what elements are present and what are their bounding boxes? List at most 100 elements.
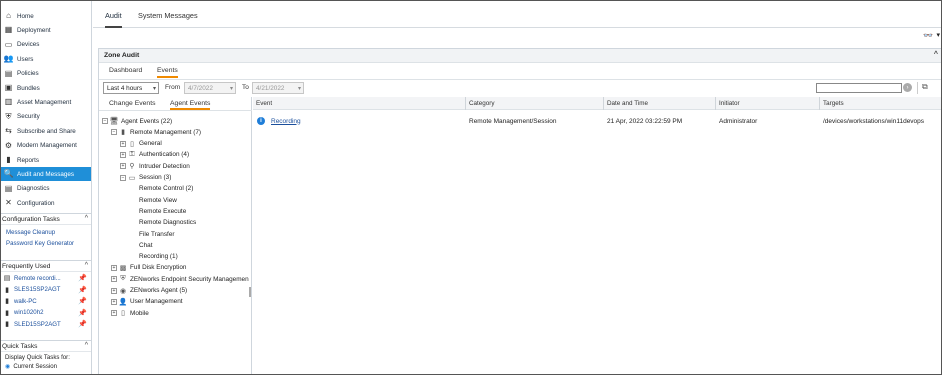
nav-item-security[interactable]: ⛨ Security: [1, 110, 91, 124]
pin-icon[interactable]: 📌: [78, 274, 87, 282]
nav-item-subscribe-and-share[interactable]: ⇆ Subscribe and Share: [1, 124, 91, 138]
collapse-icon[interactable]: −: [120, 174, 126, 181]
divider: [99, 79, 941, 80]
table-cell-event[interactable]: i Recording: [257, 116, 301, 126]
column-header-date-and-time[interactable]: Date and Time: [603, 97, 715, 110]
current-session-radio[interactable]: ◉ Current Session: [5, 363, 57, 370]
nav-item-bundles[interactable]: ▣ Bundles: [1, 81, 91, 95]
collapse-icon[interactable]: ^: [85, 342, 88, 349]
search-input[interactable]: [816, 83, 902, 93]
chevron-down-icon: ▾: [229, 86, 233, 92]
frequently-used-item[interactable]: ▮ SLES15SP2AGT 📌: [3, 285, 89, 295]
tree-node[interactable]: − 🖥 Agent Events (22): [102, 116, 172, 126]
devices-icon: ▭: [4, 39, 13, 49]
frequently-used-item[interactable]: ▮ SLED15SP2AGT 📌: [3, 319, 89, 329]
tree-node[interactable]: + ▯ Mobile: [111, 308, 149, 318]
table-cell-category: Remote Management/Session: [469, 117, 557, 125]
search-icon[interactable]: ›: [903, 83, 912, 92]
frequently-used-item[interactable]: ▮ win1020h2 📌: [3, 308, 89, 318]
chevron-down-icon: ▾: [297, 86, 301, 92]
collapse-icon[interactable]: ^: [85, 215, 88, 222]
nav-item-devices[interactable]: ▭ Devices: [1, 38, 91, 52]
splitter-handle[interactable]: [249, 287, 251, 297]
frequently-used-item[interactable]: ▤ Remote recordi... 📌: [3, 273, 89, 283]
export-icon[interactable]: ⧉: [922, 82, 928, 92]
nav-item-diagnostics[interactable]: ▤ Diagnostics: [1, 182, 91, 196]
event-link[interactable]: Recording: [271, 118, 301, 125]
nav-item-reports[interactable]: ▮ Reports: [1, 153, 91, 167]
tree-node[interactable]: + ⛨ ZENworks Endpoint Security Managemen: [111, 274, 249, 284]
column-header-initiator[interactable]: Initiator: [715, 97, 819, 110]
nav-item-asset-management[interactable]: ▥ Asset Management: [1, 95, 91, 109]
tree-node[interactable]: Recording (1): [139, 252, 178, 262]
column-header-event[interactable]: Event: [253, 97, 465, 110]
tree-node[interactable]: File Transfer: [139, 229, 175, 239]
expand-icon[interactable]: +: [120, 163, 126, 170]
tree-node[interactable]: + ⚲ Intruder Detection: [120, 161, 190, 171]
security-icon: ⛨: [5, 111, 12, 121]
from-date-field[interactable]: 4/7/2022 ▾: [184, 82, 236, 94]
pin-icon[interactable]: 📌: [78, 309, 87, 317]
column-header-category[interactable]: Category: [465, 97, 603, 110]
tree-node[interactable]: + ▩ Full Disk Encryption: [111, 263, 186, 273]
config-task-link[interactable]: Message Cleanup: [6, 229, 55, 236]
tab-audit[interactable]: Audit: [105, 11, 122, 28]
nav-item-label: Bundles: [17, 84, 40, 92]
pin-icon[interactable]: 📌: [78, 286, 87, 294]
authentication-icon: ⚿: [129, 150, 135, 158]
tab-change-events[interactable]: Change Events: [109, 100, 155, 107]
nav-item-deployment[interactable]: ▦ Deployment: [1, 23, 91, 37]
expand-icon[interactable]: +: [120, 140, 126, 147]
tree-node[interactable]: Remote View: [139, 195, 177, 205]
frequently-used-label: SLED15SP2AGT: [14, 320, 61, 328]
tree-node[interactable]: − ▭ Session (3): [120, 173, 171, 183]
nav-item-users[interactable]: 👥 Users: [1, 52, 91, 66]
expand-icon[interactable]: +: [111, 298, 117, 305]
collapse-icon[interactable]: ^: [85, 262, 88, 269]
to-date-field[interactable]: 4/21/2022 ▾: [252, 82, 304, 94]
frequently-used-item[interactable]: ▮ walk-PC 📌: [3, 296, 89, 306]
tree-node[interactable]: Remote Execute: [139, 206, 186, 216]
tab-agent-events[interactable]: Agent Events: [170, 100, 211, 110]
chevron-down-icon[interactable]: ▾: [936, 31, 940, 39]
expand-icon[interactable]: +: [111, 310, 117, 317]
nav-item-home[interactable]: ⌂ Home: [1, 9, 91, 23]
tree-node[interactable]: + ◉ ZENworks Agent (5): [111, 286, 187, 296]
pin-icon[interactable]: 📌: [78, 320, 87, 328]
quick-tasks-header[interactable]: Quick Tasks ^: [1, 340, 91, 352]
tree-node[interactable]: − ▮ Remote Management (7): [111, 127, 201, 137]
tree-node[interactable]: Remote Diagnostics: [139, 218, 196, 228]
time-range-value: Last 4 hours: [107, 84, 143, 92]
config-task-link[interactable]: Password Key Generator: [6, 240, 74, 247]
tree-node[interactable]: + ▯ General: [120, 139, 162, 149]
tree-node[interactable]: + 👤 User Management: [111, 297, 183, 307]
nav-item-configuration[interactable]: ✕ Configuration: [1, 196, 91, 210]
nav-item-policies[interactable]: ▤ Policies: [1, 67, 91, 81]
configuration-icon: ✕: [5, 198, 12, 208]
expand-icon[interactable]: +: [120, 151, 126, 158]
tree-node[interactable]: + ⚿ Authentication (4): [120, 150, 189, 160]
frequently-used-label: walk-PC: [14, 297, 37, 305]
collapse-icon[interactable]: −: [111, 129, 117, 136]
configuration-tasks-header[interactable]: Configuration Tasks ^: [1, 213, 91, 225]
column-header-targets[interactable]: Targets: [819, 97, 941, 110]
collapse-icon[interactable]: ^: [934, 51, 938, 58]
pin-icon[interactable]: 📌: [78, 297, 87, 305]
time-range-select[interactable]: Last 4 hours ▾: [103, 82, 159, 94]
tab-system-messages[interactable]: System Messages: [138, 11, 198, 20]
nav-item-audit-and-messages[interactable]: 🔍 Audit and Messages: [1, 167, 91, 182]
tree-node[interactable]: Remote Control (2): [139, 184, 193, 194]
session-icon: ▭: [128, 174, 136, 182]
tab-events[interactable]: Events: [157, 67, 178, 78]
expand-icon[interactable]: +: [111, 264, 117, 271]
collapse-icon[interactable]: −: [102, 118, 108, 124]
nav-item-modern-management[interactable]: ⚙ Modern Management: [1, 139, 91, 153]
tab-dashboard[interactable]: Dashboard: [109, 67, 142, 74]
frequently-used-header[interactable]: Frequently Used ^: [1, 260, 91, 272]
table-cell-initiator: Administrator: [719, 117, 758, 125]
tree-node[interactable]: Chat: [139, 240, 153, 250]
agent-events-icon: 🖥: [109, 118, 119, 125]
glasses-icon[interactable]: 👓: [923, 31, 933, 40]
expand-icon[interactable]: +: [111, 276, 117, 283]
expand-icon[interactable]: +: [111, 287, 117, 294]
